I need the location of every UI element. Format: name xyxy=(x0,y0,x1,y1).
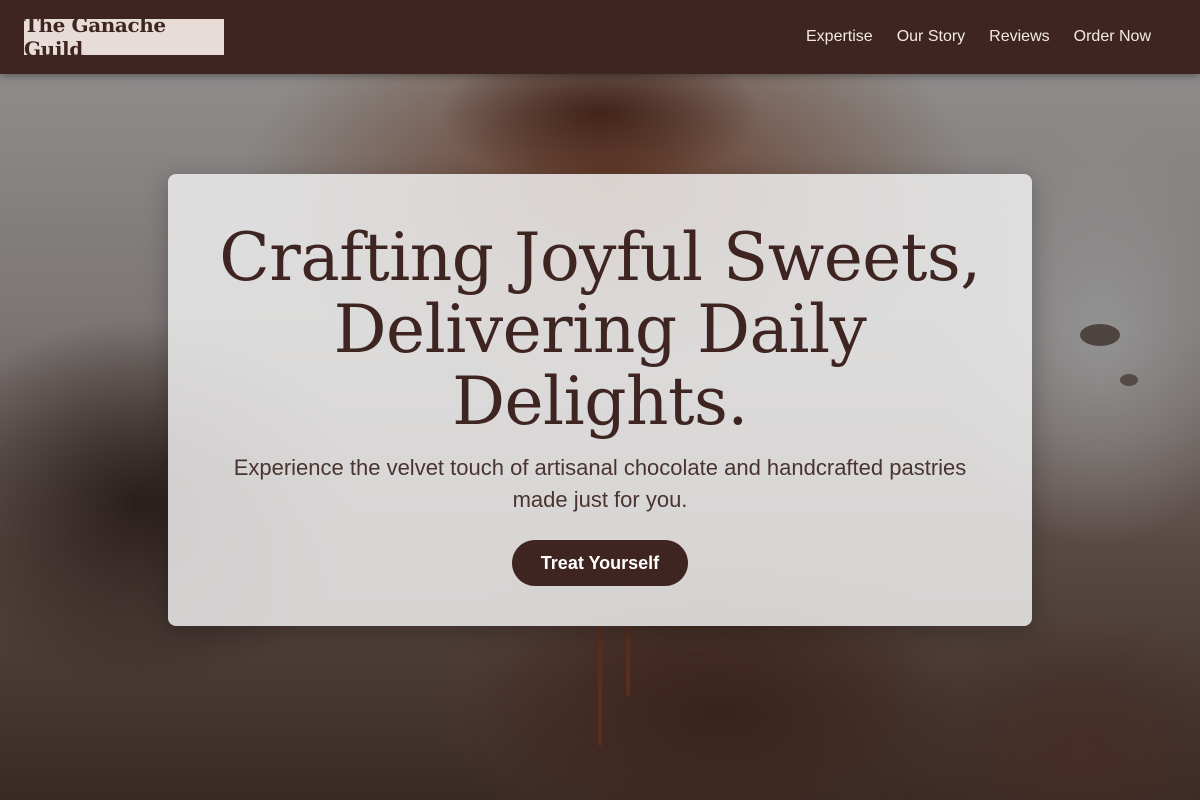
chocolate-drip xyxy=(626,626,630,696)
main-nav: Expertise Our Story Reviews Order Now xyxy=(806,28,1151,46)
nav-link-our-story[interactable]: Our Story xyxy=(897,28,965,46)
hero-headline: Crafting Joyful Sweets, Delivering Daily… xyxy=(219,219,981,440)
cake-crumb xyxy=(1120,374,1138,386)
hero-section: Crafting Joyful Sweets, Delivering Daily… xyxy=(0,74,1200,800)
nav-link-reviews[interactable]: Reviews xyxy=(989,28,1049,46)
brand-logo[interactable]: The Ganache Guild xyxy=(24,13,224,61)
chocolate-drip xyxy=(598,626,602,746)
cake-crumb xyxy=(1080,324,1120,346)
nav-link-order-now[interactable]: Order Now xyxy=(1074,28,1151,46)
treat-yourself-button[interactable]: Treat Yourself xyxy=(512,540,688,586)
site-header: The Ganache Guild Expertise Our Story Re… xyxy=(0,0,1200,74)
hero-card: Crafting Joyful Sweets, Delivering Daily… xyxy=(168,174,1032,626)
hero-subtext: Experience the velvet touch of artisanal… xyxy=(233,455,967,512)
nav-link-expertise[interactable]: Expertise xyxy=(806,28,873,46)
